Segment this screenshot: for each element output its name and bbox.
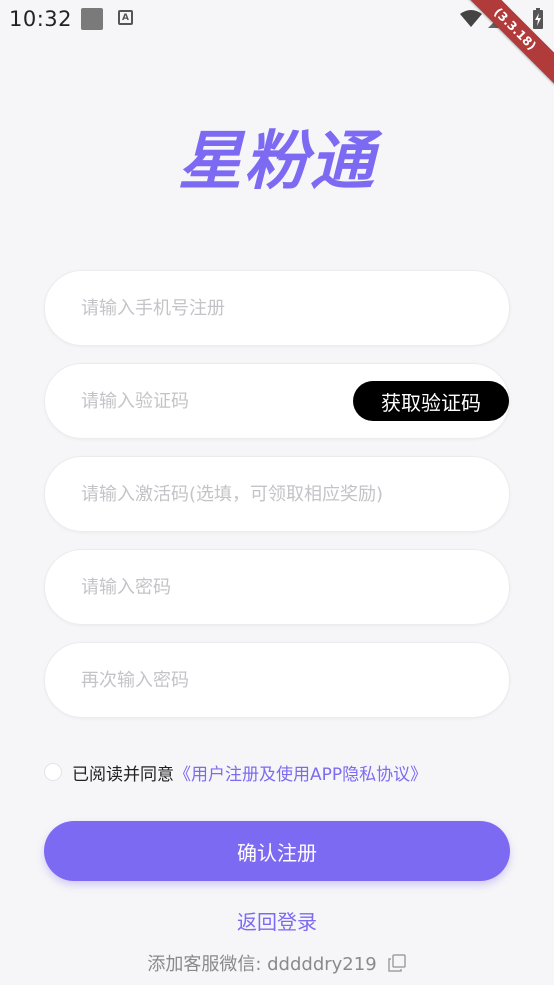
code-field: 获取验证码 xyxy=(44,363,510,439)
activation-field xyxy=(44,456,510,532)
get-code-button[interactable]: 获取验证码 xyxy=(353,381,509,421)
phone-field xyxy=(44,270,510,346)
privacy-agreement-link[interactable]: 《用户注册及使用APP隐私协议》 xyxy=(174,760,427,785)
status-time: 10:32 xyxy=(9,7,73,31)
register-screen: 10:32 A (3.3.18) 星粉通 获取验证码 xyxy=(0,0,554,985)
confirm-register-button[interactable]: 确认注册 xyxy=(44,821,510,881)
code-input[interactable] xyxy=(81,364,341,438)
agreement-text: 已阅读并同意 xyxy=(72,764,174,785)
activation-input[interactable] xyxy=(81,457,501,531)
notification-square-icon xyxy=(81,8,103,30)
battery-charging-icon xyxy=(533,8,543,29)
customer-service-wechat: 添加客服微信: dddddry219 xyxy=(0,950,554,976)
phone-input[interactable] xyxy=(81,271,461,345)
password-confirm-input[interactable] xyxy=(81,643,461,717)
password-input[interactable] xyxy=(81,550,461,624)
wifi-icon xyxy=(460,10,482,27)
back-to-login-link[interactable]: 返回登录 xyxy=(0,906,554,935)
password-field xyxy=(44,549,510,625)
status-bar: 10:32 A (3.3.18) xyxy=(0,0,554,97)
copy-icon[interactable] xyxy=(387,953,407,973)
a-notification-icon: A xyxy=(118,10,133,25)
password-confirm-field xyxy=(44,642,510,718)
agreement-checkbox[interactable] xyxy=(44,763,62,781)
app-logo: 星粉通 xyxy=(178,125,376,199)
agreement-row: 已阅读并同意 《用户注册及使用APP隐私协议》 xyxy=(44,760,427,785)
wechat-label: 添加客服微信: dddddry219 xyxy=(147,954,377,975)
